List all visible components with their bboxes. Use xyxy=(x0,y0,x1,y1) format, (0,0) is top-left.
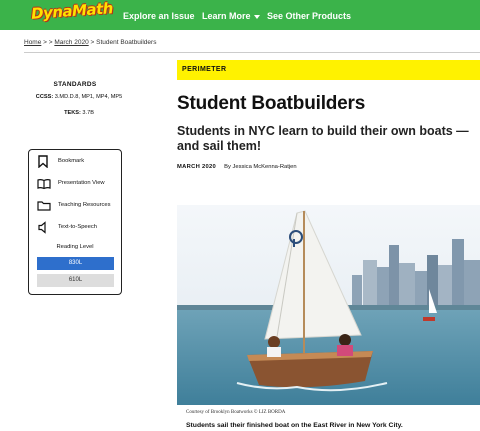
teaching-resources-label: Teaching Resources xyxy=(58,202,111,208)
sailboat-photo-illustration xyxy=(177,205,480,405)
article-photo xyxy=(177,205,480,405)
bookmark-icon xyxy=(38,155,48,168)
folder-icon xyxy=(37,201,51,211)
topic-tag: PERIMETER xyxy=(177,60,480,80)
article-headline: Student Boatbuilders xyxy=(177,93,366,114)
bookmark-button[interactable]: Bookmark xyxy=(37,155,117,169)
text-to-speech-label: Text-to-Speech xyxy=(58,224,97,230)
bookmark-label: Bookmark xyxy=(58,158,85,164)
dynamath-logo[interactable]: DynaMath xyxy=(30,0,113,23)
breadcrumb-home[interactable]: Home xyxy=(24,39,41,46)
presentation-view-label: Presentation View xyxy=(58,180,105,186)
nav-other-products[interactable]: See Other Products xyxy=(267,11,351,21)
article-tools-panel: Bookmark Presentation View Teaching Reso… xyxy=(28,149,122,295)
nav-learn-more-label: Learn More xyxy=(202,11,251,21)
reading-level-830l-button[interactable]: 830L xyxy=(37,257,114,270)
open-book-icon xyxy=(37,179,51,190)
ccss-value: 3.MD.D.8, MP1, MP4, MP5 xyxy=(53,94,123,100)
article-author: By Jessica McKenna-Ratjen xyxy=(224,164,297,170)
teks-value: 3.7B xyxy=(80,110,94,116)
presentation-view-button[interactable]: Presentation View xyxy=(37,177,117,191)
reading-level-label: Reading Level xyxy=(56,244,94,250)
chevron-down-icon xyxy=(253,14,260,19)
reading-level-610l-button[interactable]: 610L xyxy=(37,274,114,287)
breadcrumb-separator: > xyxy=(88,39,97,46)
breadcrumb-issue[interactable]: March 2020 xyxy=(54,39,88,46)
teaching-resources-button[interactable]: Teaching Resources xyxy=(37,199,117,213)
photo-caption: Students sail their finished boat on the… xyxy=(186,422,403,429)
breadcrumb-separator: > > xyxy=(41,39,55,46)
divider xyxy=(24,52,480,53)
breadcrumb-current: Student Boatbuilders xyxy=(96,39,157,46)
standards-ccss: CCSS: 3.MD.D.8, MP1, MP4, MP5 xyxy=(34,93,124,101)
topic-tag-label: PERIMETER xyxy=(182,66,227,73)
photo-credit: Courtesy of Brooklyn Boatworks © LIZ BOR… xyxy=(186,410,286,415)
standards-teks: TEKS: 3.7B xyxy=(34,110,124,116)
standards-title: STANDARDS xyxy=(53,81,97,88)
article-subheadline: Students in NYC learn to build their own… xyxy=(177,124,469,153)
ccss-label: CCSS: xyxy=(35,94,54,100)
nav-learn-more[interactable]: Learn More xyxy=(202,11,260,21)
article-byline: MARCH 2020 By Jessica McKenna-Ratjen xyxy=(177,164,297,170)
teks-label: TEKS: xyxy=(64,110,81,116)
speaker-icon xyxy=(38,221,46,234)
article-date: MARCH 2020 xyxy=(177,164,217,170)
breadcrumb: Home > > March 2020 > Student Boatbuilde… xyxy=(24,39,156,46)
top-nav-bar: DynaMath Explore an Issue Learn More See… xyxy=(0,0,480,30)
text-to-speech-button[interactable]: Text-to-Speech xyxy=(37,221,117,235)
nav-explore-issue[interactable]: Explore an Issue xyxy=(123,11,195,21)
